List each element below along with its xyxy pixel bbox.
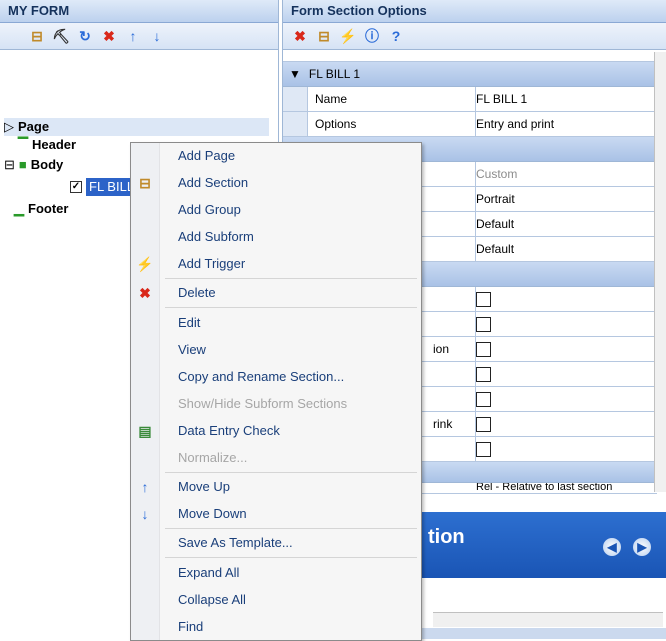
section-preview-title: tion [428,526,465,548]
menu-item-move-down[interactable]: ↓ Move Down [131,501,421,527]
binoculars-icon[interactable]: ⛏ [52,27,70,45]
menu-item-add-trigger[interactable]: ⚡ Add Trigger [131,251,421,277]
tree-node-header[interactable]: ▔ Header [18,136,76,154]
footer-section-icon: ▁ [14,201,24,216]
delete-icon: ✖ [139,285,151,301]
menu-item-add-page[interactable]: Add Page [131,143,421,169]
menu-item-add-subform[interactable]: Add Subform [131,224,421,250]
property-checkbox[interactable] [476,367,491,383]
grid-row-options[interactable]: Options Entry and print [283,112,657,137]
fl-bill-checkbox[interactable]: ✓ [70,181,82,193]
property-checkbox[interactable] [476,292,491,308]
add-section-tool-icon[interactable]: ⊟ [28,27,46,45]
property-checkbox[interactable] [476,417,491,433]
menu-item-delete[interactable]: ✖ Delete [131,280,421,306]
menu-separator [165,278,417,279]
tree-node-page[interactable]: ▷ Page [4,118,269,136]
menu-item-find[interactable]: Find [131,614,421,640]
menu-separator [165,528,417,529]
arrow-up-icon: ↑ [141,479,149,495]
horizontal-scrollbar[interactable] [433,612,663,627]
tree-label-header: Header [32,137,77,152]
menu-item-copy-rename[interactable]: Copy and Rename Section... [131,364,421,390]
form-tree-toolbar: ⊟ ⛏ ↻ ✖ ↑ ↓ [0,23,278,50]
menu-item-data-entry-check[interactable]: ▤ Data Entry Check [131,418,421,444]
arrow-up-icon[interactable]: ↑ [124,27,142,45]
menu-item-add-section[interactable]: ⊟ Add Section [131,170,421,196]
collapse-toggle-icon[interactable]: ⊟ [4,156,15,174]
collapse-arrow-icon[interactable]: ▼ [289,67,301,81]
add-section-icon: ⊟ [139,175,151,191]
form-tree-title: MY FORM [0,0,278,23]
menu-item-save-as-template[interactable]: Save As Template... [131,530,421,556]
menu-separator [165,557,417,558]
property-checkbox[interactable] [476,392,491,408]
menu-separator [165,307,417,308]
menu-item-move-up[interactable]: ↑ Move Up [131,474,421,500]
menu-item-edit[interactable]: Edit [131,310,421,336]
arrow-down-icon[interactable]: ↓ [148,27,166,45]
trigger-icon[interactable]: ⚡ [339,27,357,45]
grid-row-name[interactable]: Name FL BILL 1 [283,87,657,112]
tree-label-body: Body [30,157,64,172]
section-options-title: Form Section Options [283,0,666,23]
grid-category-fl-bill[interactable]: ▼ FL BILL 1 [283,62,657,87]
tree-context-menu: Add Page ⊟ Add Section Add Group Add Sub… [130,142,422,641]
tree-label-page: Page [18,119,50,134]
header-section-icon: ▔ [18,137,28,152]
delete-icon[interactable]: ✖ [291,27,309,45]
tree-node-footer[interactable]: ▁ Footer [14,200,68,218]
data-entry-check-icon: ▤ [138,423,152,439]
add-section-icon[interactable]: ⊟ [315,27,333,45]
menu-item-expand-all[interactable]: Expand All [131,560,421,586]
tree-node-body[interactable]: ⊟ ■ Body [4,156,63,174]
menu-item-add-group[interactable]: Add Group [131,197,421,223]
property-checkbox[interactable] [476,442,491,458]
menu-item-normalize[interactable]: Normalize... [131,445,421,471]
body-section-icon: ■ [18,157,27,172]
menu-item-collapse-all[interactable]: Collapse All [131,587,421,613]
property-checkbox[interactable] [476,342,491,358]
menu-separator [165,472,417,473]
tree-label-footer: Footer [28,201,69,216]
property-grid-scrollbar[interactable] [654,52,666,492]
trigger-icon: ⚡ [136,256,154,272]
next-icon[interactable]: ▶ [633,538,651,556]
menu-item-view[interactable]: View [131,337,421,363]
info-icon[interactable]: ⓘ [363,27,381,45]
section-options-toolbar: ✖ ⊟ ⚡ ⓘ ? [283,23,666,50]
page-icon: ▷ [4,119,14,134]
help-icon[interactable]: ? [387,27,405,45]
delete-icon[interactable]: ✖ [100,27,118,45]
arrow-down-icon: ↓ [141,506,149,522]
property-checkbox[interactable] [476,317,491,333]
menu-item-show-hide-subform[interactable]: Show/Hide Subform Sections [131,391,421,417]
previous-icon[interactable]: ◀ [603,538,621,556]
refresh-icon[interactable]: ↻ [76,27,94,45]
